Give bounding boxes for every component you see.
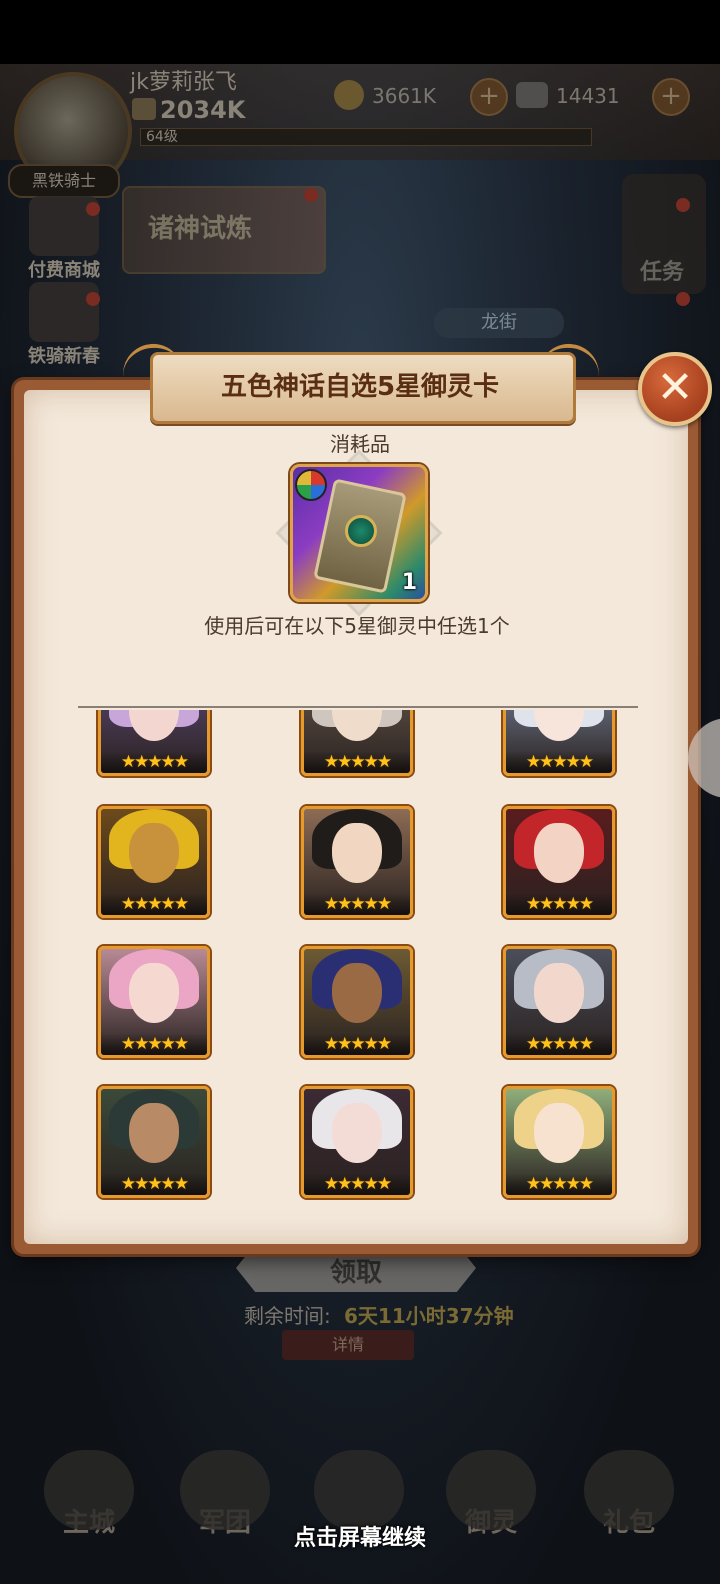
star-rating: ★★★★★	[506, 1033, 612, 1055]
level-progress-bar	[140, 128, 592, 146]
details-button[interactable]: 详情	[282, 1330, 414, 1360]
hero-portrait	[129, 1103, 179, 1163]
star-rating: ★★★★★	[304, 893, 410, 915]
hero-option-5[interactable]: ★★★★★	[301, 806, 413, 918]
hero-option-8[interactable]: ★★★★★	[301, 946, 413, 1058]
gold-coin-icon	[334, 80, 364, 110]
hero-option-12[interactable]: ★★★★★	[503, 1086, 615, 1198]
hero-option-7[interactable]: ★★★★★	[98, 946, 210, 1058]
event-icon	[29, 282, 99, 342]
hero-portrait	[332, 823, 382, 883]
hero-option-11[interactable]: ★★★★★	[301, 1086, 413, 1198]
remaining-time-value: 6天11小时37分钟	[344, 1304, 514, 1328]
star-rating: ★★★★★	[101, 1033, 207, 1055]
hero-option-3[interactable]: ★★★★★	[503, 710, 615, 776]
crystal-icon	[446, 1450, 536, 1530]
power-icon	[132, 98, 156, 120]
notification-dot	[304, 188, 318, 202]
hero-option-2[interactable]: ★★★★★	[301, 710, 413, 776]
player-level: 64级	[146, 129, 178, 145]
star-rating: ★★★★★	[506, 893, 612, 915]
add-gold-button[interactable]: +	[470, 78, 508, 116]
hero-portrait	[332, 710, 382, 741]
star-rating: ★★★★★	[101, 893, 207, 915]
hero-portrait	[534, 1103, 584, 1163]
hero-portrait	[534, 823, 584, 883]
notification-dot	[676, 292, 690, 306]
dialog-title: 五色神话自选5星御灵卡	[220, 372, 500, 402]
notification-dot	[676, 198, 690, 212]
legion-icon	[180, 1450, 270, 1530]
bottom-navigation: 主城 军团 御灵 礼包	[0, 1450, 720, 1584]
hero-option-4[interactable]: ★★★★★	[98, 806, 210, 918]
remaining-time-label: 剩余时间:	[244, 1304, 331, 1328]
location-button[interactable]: 龙街	[434, 308, 564, 338]
tap-to-continue-hint[interactable]: 点击屏幕继续	[0, 1520, 720, 1552]
star-rating: ★★★★★	[101, 751, 207, 773]
hero-portrait	[534, 710, 584, 741]
star-rating: ★★★★★	[506, 1173, 612, 1195]
close-button[interactable]: ✕	[638, 352, 712, 426]
event-banner[interactable]: 诸神试炼	[122, 186, 326, 274]
card-gem-icon	[345, 515, 377, 547]
five-color-badge-icon	[295, 469, 327, 501]
star-rating: ★★★★★	[101, 1173, 207, 1195]
hero-option-10[interactable]: ★★★★★	[98, 1086, 210, 1198]
notification-dot	[86, 292, 100, 306]
add-gem-button[interactable]: +	[652, 78, 690, 116]
item-description: 使用后可在以下5星御灵中任选1个	[204, 614, 510, 638]
hero-option-9[interactable]: ★★★★★	[503, 946, 615, 1058]
player-title-badge: 黑铁骑士	[8, 164, 120, 198]
star-rating: ★★★★★	[506, 751, 612, 773]
gate-icon	[314, 1450, 404, 1530]
status-bar-area	[0, 0, 720, 64]
nav-spirits[interactable]: 御灵	[426, 1450, 556, 1570]
hero-portrait	[129, 963, 179, 1023]
side-item-label: 铁骑新春	[28, 346, 100, 367]
task-button[interactable]: 任务	[622, 174, 706, 294]
star-rating: ★★★★★	[304, 1173, 410, 1195]
castle-icon	[44, 1450, 134, 1530]
claim-button-label: 领取	[329, 1258, 382, 1288]
nav-main-city[interactable]: 主城	[24, 1450, 154, 1570]
hero-selection-grid[interactable]: ★★★★★ ★★★★★ ★★★★★ ★★★★★ ★★★★★ ★★★★★ ★★★★★ ★★★★★…	[70, 710, 650, 1210]
hero-option-6[interactable]: ★★★★★	[503, 806, 615, 918]
item-quantity: 1	[401, 570, 417, 595]
event-banner-title: 诸神试炼	[148, 214, 253, 244]
hero-portrait	[332, 963, 382, 1023]
gold-amount: 3661K	[372, 84, 437, 108]
star-rating: ★★★★★	[304, 1033, 410, 1055]
item-icon-card[interactable]: 1	[290, 464, 428, 602]
player-name: jk萝莉张飞	[130, 70, 237, 95]
gem-amount: 14431	[556, 84, 620, 108]
notification-dot	[86, 202, 100, 216]
gem-icon	[516, 82, 548, 108]
hero-portrait	[534, 963, 584, 1023]
gift-icon	[584, 1450, 674, 1530]
side-item-label: 付费商城	[28, 260, 100, 281]
hero-portrait	[129, 710, 179, 741]
star-rating: ★★★★★	[304, 751, 410, 773]
nav-gift-pack[interactable]: 礼包	[564, 1450, 694, 1570]
nav-legion[interactable]: 军团	[160, 1450, 290, 1570]
player-power: 2034K	[160, 96, 246, 124]
hero-option-1[interactable]: ★★★★★	[98, 710, 210, 776]
divider	[78, 706, 638, 708]
nav-center[interactable]	[294, 1450, 424, 1570]
hero-portrait	[129, 823, 179, 883]
task-label: 任务	[640, 260, 685, 285]
hero-portrait	[332, 1103, 382, 1163]
